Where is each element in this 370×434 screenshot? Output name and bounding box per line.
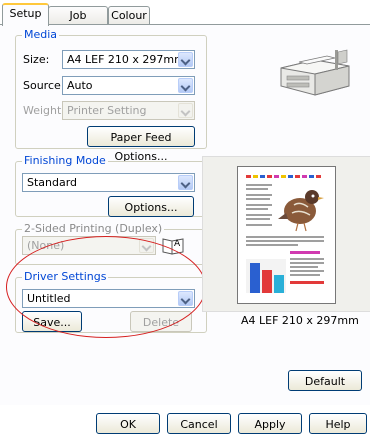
- chevron-down-icon[interactable]: [178, 78, 193, 93]
- media-legend: Media: [22, 28, 60, 42]
- tab-setup[interactable]: Setup: [2, 3, 49, 26]
- size-label: Size:: [23, 53, 50, 66]
- finishing-mode-select[interactable]: Standard: [22, 173, 195, 192]
- source-value: Auto: [67, 79, 93, 92]
- tab-colour[interactable]: Colour: [108, 6, 150, 25]
- printer-icon: [275, 40, 355, 100]
- chevron-down-icon[interactable]: [178, 52, 193, 67]
- finishing-legend: Finishing Mode: [22, 154, 108, 168]
- highlight-oval: [6, 236, 206, 338]
- weight-label: Weight:: [23, 104, 66, 117]
- apply-button[interactable]: Apply: [238, 413, 302, 434]
- source-label: Source:: [23, 79, 65, 92]
- paper-feed-options-button[interactable]: Paper Feed Options...: [87, 126, 195, 163]
- finishing-value: Standard: [27, 176, 78, 189]
- chevron-down-icon[interactable]: [178, 175, 193, 190]
- ok-button[interactable]: OK: [96, 413, 160, 434]
- size-select[interactable]: A4 LEF 210 x 297mm: [62, 50, 195, 69]
- finishing-options-button[interactable]: Options...: [108, 196, 194, 217]
- weight-value: Printer Setting: [67, 104, 147, 117]
- size-value: A4 LEF 210 x 297mm: [67, 53, 185, 66]
- weight-select: Printer Setting: [62, 101, 195, 120]
- chevron-down-icon: [178, 103, 193, 118]
- duplex-legend: 2-Sided Printing (Duplex): [22, 222, 165, 236]
- page-preview: [237, 166, 336, 304]
- source-select[interactable]: Auto: [62, 76, 195, 95]
- book-icon-letter: A: [174, 239, 181, 249]
- cancel-button[interactable]: Cancel: [167, 413, 231, 434]
- preview-caption: A4 LEF 210 x 297mm: [241, 314, 359, 327]
- tab-job-options[interactable]: Job Options: [48, 6, 108, 40]
- help-button[interactable]: Help: [309, 413, 367, 434]
- default-button[interactable]: Default: [288, 370, 362, 391]
